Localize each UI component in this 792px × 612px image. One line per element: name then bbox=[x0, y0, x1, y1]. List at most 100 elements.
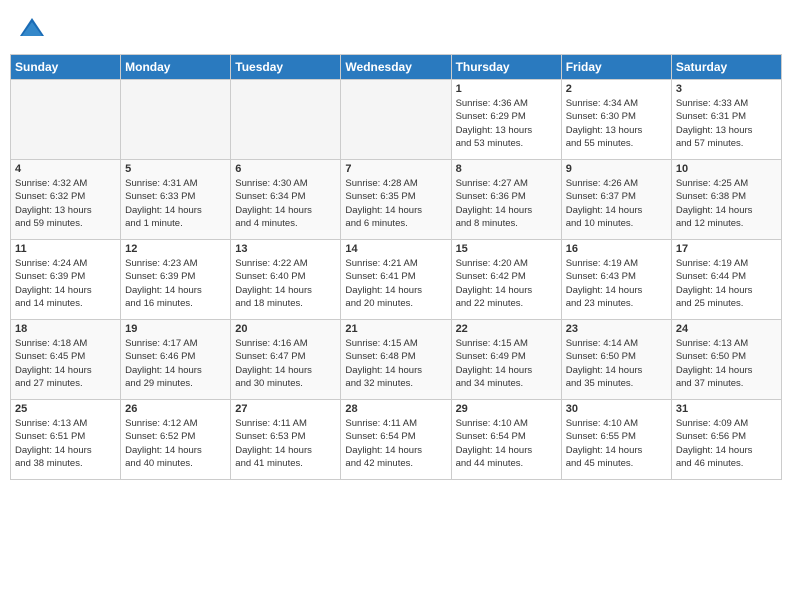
day-number: 16 bbox=[566, 243, 667, 255]
calendar-day-header: Monday bbox=[121, 55, 231, 80]
calendar-day-header: Tuesday bbox=[231, 55, 341, 80]
day-info: Sunrise: 4:19 AM Sunset: 6:43 PM Dayligh… bbox=[566, 257, 667, 310]
calendar-cell: 18 Sunrise: 4:18 AM Sunset: 6:45 PM Dayli… bbox=[11, 320, 121, 400]
calendar-cell: 9 Sunrise: 4:26 AM Sunset: 6:37 PM Daylig… bbox=[561, 160, 671, 240]
calendar-week-row: 1 Sunrise: 4:36 AM Sunset: 6:29 PM Daylig… bbox=[11, 80, 782, 160]
calendar-cell: 1 Sunrise: 4:36 AM Sunset: 6:29 PM Daylig… bbox=[451, 80, 561, 160]
day-info: Sunrise: 4:17 AM Sunset: 6:46 PM Dayligh… bbox=[125, 337, 226, 390]
page-header bbox=[10, 10, 782, 46]
day-number: 2 bbox=[566, 83, 667, 95]
day-number: 8 bbox=[456, 163, 557, 175]
day-info: Sunrise: 4:23 AM Sunset: 6:39 PM Dayligh… bbox=[125, 257, 226, 310]
calendar-cell bbox=[231, 80, 341, 160]
day-number: 31 bbox=[676, 403, 777, 415]
logo-icon bbox=[18, 14, 46, 42]
day-number: 6 bbox=[235, 163, 336, 175]
calendar-cell: 12Sunrise: 4:23 AM Sunset: 6:39 PM Dayli… bbox=[121, 240, 231, 320]
day-number: 17 bbox=[676, 243, 777, 255]
calendar-cell: 30 Sunrise: 4:10 AM Sunset: 6:55 PM Dayli… bbox=[561, 400, 671, 480]
day-info: Sunrise: 4:22 AM Sunset: 6:40 PM Dayligh… bbox=[235, 257, 336, 310]
calendar-cell: 20 Sunrise: 4:16 AM Sunset: 6:47 PM Dayli… bbox=[231, 320, 341, 400]
calendar-cell bbox=[121, 80, 231, 160]
day-number: 4 bbox=[15, 163, 116, 175]
calendar-cell: 19 Sunrise: 4:17 AM Sunset: 6:46 PM Dayli… bbox=[121, 320, 231, 400]
day-number: 19 bbox=[125, 323, 226, 335]
day-number: 9 bbox=[566, 163, 667, 175]
calendar-body: 1 Sunrise: 4:36 AM Sunset: 6:29 PM Daylig… bbox=[11, 80, 782, 480]
day-info: Sunrise: 4:18 AM Sunset: 6:45 PM Dayligh… bbox=[15, 337, 116, 390]
calendar-day-header: Wednesday bbox=[341, 55, 451, 80]
day-info: Sunrise: 4:34 AM Sunset: 6:30 PM Dayligh… bbox=[566, 97, 667, 150]
calendar-cell: 15 Sunrise: 4:20 AM Sunset: 6:42 PM Dayli… bbox=[451, 240, 561, 320]
day-info: Sunrise: 4:11 AM Sunset: 6:54 PM Dayligh… bbox=[345, 417, 446, 470]
calendar-table: SundayMondayTuesdayWednesdayThursdayFrid… bbox=[10, 54, 782, 480]
calendar-cell: 11 Sunrise: 4:24 AM Sunset: 6:39 PM Dayli… bbox=[11, 240, 121, 320]
day-info: Sunrise: 4:30 AM Sunset: 6:34 PM Dayligh… bbox=[235, 177, 336, 230]
day-info: Sunrise: 4:32 AM Sunset: 6:32 PM Dayligh… bbox=[15, 177, 116, 230]
day-info: Sunrise: 4:10 AM Sunset: 6:55 PM Dayligh… bbox=[566, 417, 667, 470]
calendar-cell: 31 Sunrise: 4:09 AM Sunset: 6:56 PM Dayli… bbox=[671, 400, 781, 480]
day-number: 30 bbox=[566, 403, 667, 415]
day-number: 29 bbox=[456, 403, 557, 415]
calendar-header-row: SundayMondayTuesdayWednesdayThursdayFrid… bbox=[11, 55, 782, 80]
day-number: 14 bbox=[345, 243, 446, 255]
day-info: Sunrise: 4:13 AM Sunset: 6:50 PM Dayligh… bbox=[676, 337, 777, 390]
day-info: Sunrise: 4:09 AM Sunset: 6:56 PM Dayligh… bbox=[676, 417, 777, 470]
day-number: 15 bbox=[456, 243, 557, 255]
day-number: 22 bbox=[456, 323, 557, 335]
day-number: 11 bbox=[15, 243, 116, 255]
calendar-cell: 5 Sunrise: 4:31 AM Sunset: 6:33 PM Daylig… bbox=[121, 160, 231, 240]
day-info: Sunrise: 4:26 AM Sunset: 6:37 PM Dayligh… bbox=[566, 177, 667, 230]
calendar-week-row: 25Sunrise: 4:13 AM Sunset: 6:51 PM Dayli… bbox=[11, 400, 782, 480]
day-number: 18 bbox=[15, 323, 116, 335]
calendar-cell: 3Sunrise: 4:33 AM Sunset: 6:31 PM Daylig… bbox=[671, 80, 781, 160]
calendar-cell: 29 Sunrise: 4:10 AM Sunset: 6:54 PM Dayli… bbox=[451, 400, 561, 480]
day-number: 13 bbox=[235, 243, 336, 255]
day-number: 23 bbox=[566, 323, 667, 335]
day-info: Sunrise: 4:10 AM Sunset: 6:54 PM Dayligh… bbox=[456, 417, 557, 470]
calendar-cell: 7 Sunrise: 4:28 AM Sunset: 6:35 PM Daylig… bbox=[341, 160, 451, 240]
day-number: 1 bbox=[456, 83, 557, 95]
calendar-cell bbox=[11, 80, 121, 160]
calendar-cell bbox=[341, 80, 451, 160]
logo bbox=[18, 14, 50, 42]
calendar-cell: 17 Sunrise: 4:19 AM Sunset: 6:44 PM Dayli… bbox=[671, 240, 781, 320]
day-info: Sunrise: 4:13 AM Sunset: 6:51 PM Dayligh… bbox=[15, 417, 116, 470]
day-info: Sunrise: 4:33 AM Sunset: 6:31 PM Dayligh… bbox=[676, 97, 777, 150]
day-info: Sunrise: 4:31 AM Sunset: 6:33 PM Dayligh… bbox=[125, 177, 226, 230]
calendar-cell: 22 Sunrise: 4:15 AM Sunset: 6:49 PM Dayli… bbox=[451, 320, 561, 400]
calendar-cell: 28 Sunrise: 4:11 AM Sunset: 6:54 PM Dayli… bbox=[341, 400, 451, 480]
calendar-week-row: 11 Sunrise: 4:24 AM Sunset: 6:39 PM Dayli… bbox=[11, 240, 782, 320]
day-info: Sunrise: 4:16 AM Sunset: 6:47 PM Dayligh… bbox=[235, 337, 336, 390]
day-info: Sunrise: 4:15 AM Sunset: 6:49 PM Dayligh… bbox=[456, 337, 557, 390]
day-number: 21 bbox=[345, 323, 446, 335]
day-number: 28 bbox=[345, 403, 446, 415]
day-info: Sunrise: 4:21 AM Sunset: 6:41 PM Dayligh… bbox=[345, 257, 446, 310]
day-info: Sunrise: 4:12 AM Sunset: 6:52 PM Dayligh… bbox=[125, 417, 226, 470]
day-number: 7 bbox=[345, 163, 446, 175]
calendar-cell: 27Sunrise: 4:11 AM Sunset: 6:53 PM Dayli… bbox=[231, 400, 341, 480]
calendar-cell: 25Sunrise: 4:13 AM Sunset: 6:51 PM Dayli… bbox=[11, 400, 121, 480]
calendar-cell: 13 Sunrise: 4:22 AM Sunset: 6:40 PM Dayli… bbox=[231, 240, 341, 320]
day-info: Sunrise: 4:28 AM Sunset: 6:35 PM Dayligh… bbox=[345, 177, 446, 230]
calendar-day-header: Sunday bbox=[11, 55, 121, 80]
day-number: 24 bbox=[676, 323, 777, 335]
calendar-week-row: 18 Sunrise: 4:18 AM Sunset: 6:45 PM Dayli… bbox=[11, 320, 782, 400]
calendar-cell: 23Sunrise: 4:14 AM Sunset: 6:50 PM Dayli… bbox=[561, 320, 671, 400]
calendar-cell: 6 Sunrise: 4:30 AM Sunset: 6:34 PM Daylig… bbox=[231, 160, 341, 240]
day-info: Sunrise: 4:36 AM Sunset: 6:29 PM Dayligh… bbox=[456, 97, 557, 150]
calendar-cell: 16 Sunrise: 4:19 AM Sunset: 6:43 PM Dayli… bbox=[561, 240, 671, 320]
day-info: Sunrise: 4:24 AM Sunset: 6:39 PM Dayligh… bbox=[15, 257, 116, 310]
calendar-day-header: Thursday bbox=[451, 55, 561, 80]
calendar-cell: 10Sunrise: 4:25 AM Sunset: 6:38 PM Dayli… bbox=[671, 160, 781, 240]
day-number: 5 bbox=[125, 163, 226, 175]
day-info: Sunrise: 4:11 AM Sunset: 6:53 PM Dayligh… bbox=[235, 417, 336, 470]
day-info: Sunrise: 4:19 AM Sunset: 6:44 PM Dayligh… bbox=[676, 257, 777, 310]
day-info: Sunrise: 4:20 AM Sunset: 6:42 PM Dayligh… bbox=[456, 257, 557, 310]
calendar-day-header: Saturday bbox=[671, 55, 781, 80]
day-number: 20 bbox=[235, 323, 336, 335]
calendar-day-header: Friday bbox=[561, 55, 671, 80]
calendar-cell: 26Sunrise: 4:12 AM Sunset: 6:52 PM Dayli… bbox=[121, 400, 231, 480]
calendar-cell: 21Sunrise: 4:15 AM Sunset: 6:48 PM Dayli… bbox=[341, 320, 451, 400]
calendar-cell: 4 Sunrise: 4:32 AM Sunset: 6:32 PM Daylig… bbox=[11, 160, 121, 240]
